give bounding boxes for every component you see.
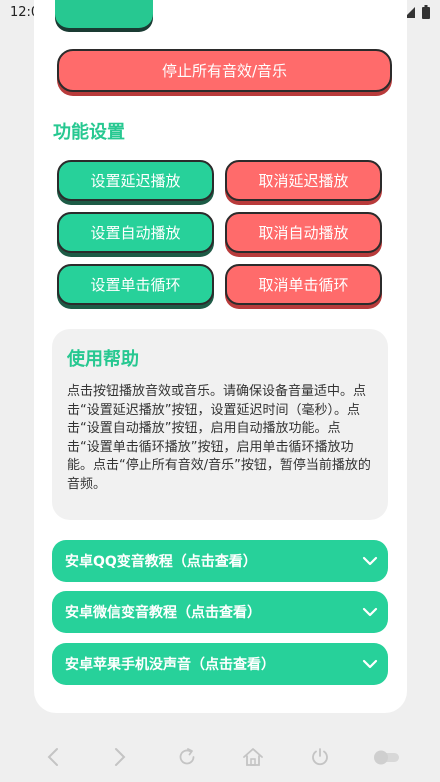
section-title: 功能设置 <box>53 122 125 143</box>
toggle-switch[interactable] <box>372 742 402 772</box>
home-icon <box>243 748 264 766</box>
power-button[interactable] <box>305 742 335 772</box>
accordion-label: 安卓QQ变音教程（点击查看） <box>65 554 257 570</box>
accordion-wechat-tutorial[interactable]: 安卓微信变音教程（点击查看） <box>52 591 388 633</box>
cancel-autoplay-button[interactable]: 取消自动播放 <box>225 212 382 253</box>
help-text: 点击按钮播放音效或音乐。请确保设备音量适中。点击“设置延迟播放”按钮，设置延迟时… <box>67 384 371 492</box>
battery-icon <box>422 5 430 19</box>
back-icon <box>47 748 59 766</box>
help-box: 使用帮助 点击按钮播放音效或音乐。请确保设备音量适中。点击“设置延迟播放”按钮，… <box>52 329 388 520</box>
partial-top-button[interactable] <box>55 0 153 28</box>
accordion-qq-tutorial[interactable]: 安卓QQ变音教程（点击查看） <box>52 540 388 582</box>
help-title: 使用帮助 <box>67 349 139 370</box>
refresh-button[interactable] <box>172 742 202 772</box>
chevron-down-icon <box>362 607 378 617</box>
accordion-label: 安卓微信变音教程（点击查看） <box>65 605 261 621</box>
main-card: 停止所有音效/音乐 功能设置 设置延迟播放 取消延迟播放 设置自动播放 取消自动… <box>34 0 407 713</box>
bottom-nav-bar <box>0 732 440 782</box>
back-button[interactable] <box>38 742 68 772</box>
stop-all-button[interactable]: 停止所有音效/音乐 <box>57 49 392 92</box>
cancel-delay-button[interactable]: 取消延迟播放 <box>225 160 382 201</box>
forward-icon <box>114 748 126 766</box>
accordion-no-sound[interactable]: 安卓苹果手机没声音（点击查看） <box>52 643 388 685</box>
set-delay-button[interactable]: 设置延迟播放 <box>57 160 214 201</box>
cancel-loop-button[interactable]: 取消单击循环 <box>225 264 382 305</box>
set-autoplay-button[interactable]: 设置自动播放 <box>57 212 214 253</box>
chevron-down-icon <box>362 556 378 566</box>
forward-button[interactable] <box>105 742 135 772</box>
accordion-label: 安卓苹果手机没声音（点击查看） <box>65 657 275 673</box>
toggle-icon <box>373 750 399 765</box>
power-icon <box>312 748 328 766</box>
refresh-icon <box>179 748 195 765</box>
set-loop-button[interactable]: 设置单击循环 <box>57 264 214 305</box>
chevron-down-icon <box>362 659 378 669</box>
home-button[interactable] <box>238 742 268 772</box>
